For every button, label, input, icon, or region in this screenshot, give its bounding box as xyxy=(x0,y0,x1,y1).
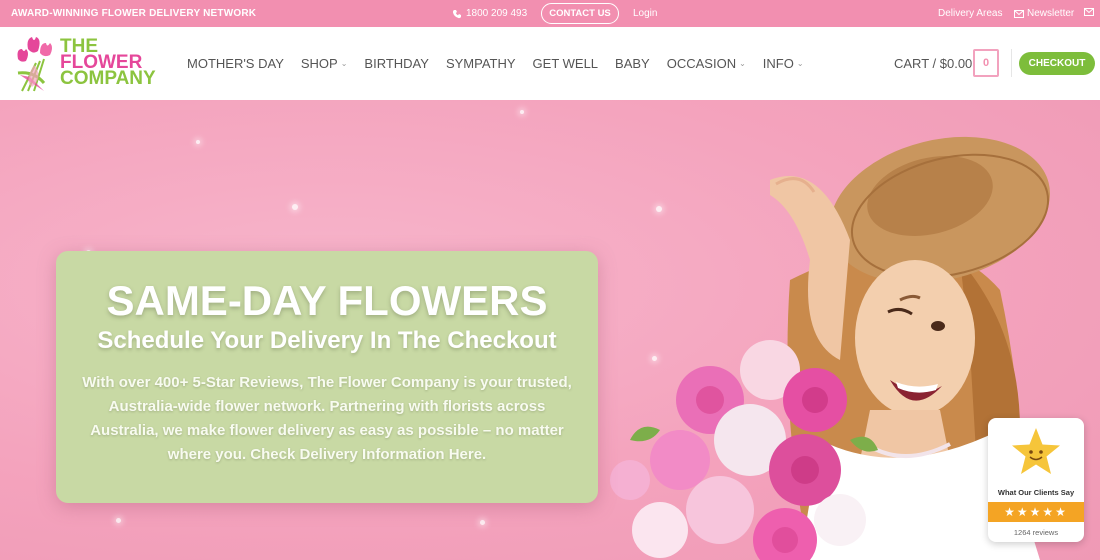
nav-label: GET WELL xyxy=(532,56,599,71)
nav-sympathy[interactable]: SYMPATHY xyxy=(446,56,516,71)
contact-us-button[interactable]: CONTACT US xyxy=(541,3,619,24)
nav-birthday[interactable]: BIRTHDAY xyxy=(364,56,429,71)
nav-label: SYMPATHY xyxy=(445,56,516,71)
nav-label: BABY xyxy=(615,56,650,71)
newsletter-label: Newsletter xyxy=(1027,8,1075,19)
hero-panel: SAME-DAY FLOWERS Schedule Your Delivery … xyxy=(56,251,598,503)
phone-icon xyxy=(452,9,461,18)
mail-icon xyxy=(1014,9,1024,18)
hero-title: SAME-DAY FLOWERS xyxy=(106,277,548,324)
nav-mothers-day[interactable]: MOTHER'S DAY xyxy=(187,56,284,71)
cart-link[interactable]: CART / $0.00 xyxy=(894,56,972,71)
nav-shop[interactable]: SHOP ⌄ xyxy=(301,56,348,71)
nav-label: OCCASION xyxy=(666,56,737,71)
delivery-areas-link[interactable]: Delivery Areas xyxy=(938,8,1002,19)
logo-line-3: COMPANY xyxy=(60,68,156,89)
tagline: AWARD-WINNING FLOWER DELIVERY NETWORK xyxy=(11,8,257,19)
nav-get-well[interactable]: GET WELL xyxy=(533,56,599,71)
star-icon xyxy=(1012,428,1060,474)
top-bar: AWARD-WINNING FLOWER DELIVERY NETWORK 18… xyxy=(0,0,1100,27)
nav-occasion[interactable]: OCCASION ⌄ xyxy=(667,56,746,71)
phone-link[interactable]: 1800 209 493 xyxy=(452,8,527,19)
tulip-bouquet-icon xyxy=(17,37,52,92)
reviews-heading: What Our Clients Say xyxy=(997,488,1075,497)
newsletter-link[interactable]: Newsletter xyxy=(1014,8,1074,19)
sparkle xyxy=(480,520,485,525)
login-link[interactable]: Login xyxy=(633,8,657,19)
logo-text: THE FLOWER COMPANY xyxy=(60,37,156,89)
hero-banner: SAME-DAY FLOWERS Schedule Your Delivery … xyxy=(0,100,1100,560)
nav-label: INFO xyxy=(762,56,794,71)
hero-subtitle: Schedule Your Delivery In The Checkout xyxy=(97,327,557,354)
chevron-down-icon: ⌄ xyxy=(340,59,348,68)
nav-info[interactable]: INFO ⌄ xyxy=(763,56,804,71)
sparkle xyxy=(196,140,200,144)
cart-count-badge[interactable]: 0 xyxy=(973,49,999,77)
review-count: 1264 reviews xyxy=(1013,528,1059,537)
nav-label: MOTHER'S DAY xyxy=(187,56,284,71)
hero-description[interactable]: With over 400+ 5-Star Reviews, The Flowe… xyxy=(76,371,578,467)
checkout-button[interactable]: CHECKOUT xyxy=(1019,52,1095,75)
chevron-down-icon: ⌄ xyxy=(739,59,746,68)
nav-label: BIRTHDAY xyxy=(364,56,429,71)
phone-number: 1800 209 493 xyxy=(466,8,528,19)
mail-icon[interactable] xyxy=(1084,8,1094,19)
main-nav: MOTHER'S DAY SHOP ⌄ BIRTHDAY SYMPATHY GET… xyxy=(187,56,821,71)
nav-label: SHOP xyxy=(300,56,338,71)
chevron-down-icon: ⌄ xyxy=(796,59,804,68)
nav-baby[interactable]: BABY xyxy=(615,56,650,71)
sparkle xyxy=(116,518,121,523)
sparkle xyxy=(520,110,524,114)
site-header: THE FLOWER COMPANY MOTHER'S DAY SHOP ⌄ BI… xyxy=(0,27,1100,100)
divider xyxy=(1011,49,1012,77)
rating-stars: ★★★★★ xyxy=(988,502,1084,522)
reviews-widget[interactable]: What Our Clients Say ★★★★★ 1264 reviews xyxy=(988,418,1084,542)
sparkle xyxy=(292,204,298,210)
brand-logo[interactable]: THE FLOWER COMPANY xyxy=(14,33,164,95)
